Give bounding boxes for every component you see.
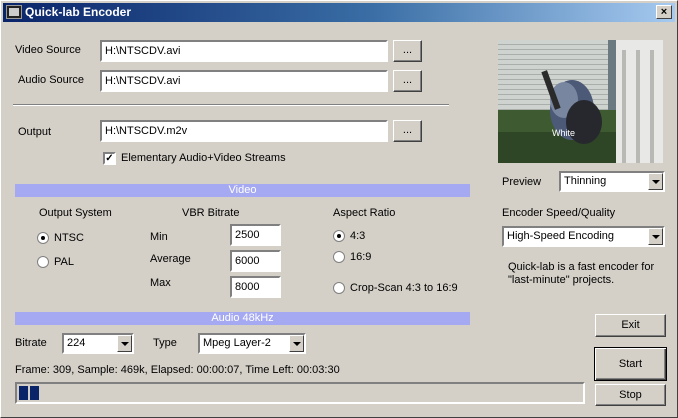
aspect-ratio-label: Aspect Ratio [333, 207, 396, 219]
audio-section-band: Audio 48kHz [15, 312, 470, 325]
status-text: Frame: 309, Sample: 469k, Elapsed: 00:00… [15, 364, 340, 376]
elementary-streams-checkbox[interactable]: ✓ [103, 152, 116, 165]
encoder-speed-label: Encoder Speed/Quality [502, 207, 616, 219]
preview-image: White [498, 40, 663, 163]
max-bitrate-field[interactable]: 8000 [230, 276, 281, 298]
pal-label: PAL [54, 256, 74, 268]
chevron-down-icon[interactable] [648, 173, 663, 190]
aspect-4-3-label: 4:3 [350, 230, 366, 242]
close-button[interactable]: × [656, 5, 672, 19]
aspect-crop-scan-radio[interactable] [333, 282, 345, 294]
audio-bitrate-select[interactable]: 224 [62, 333, 134, 354]
aspect-4-3-radio[interactable] [333, 230, 345, 242]
preview-label: Preview [502, 176, 542, 188]
stop-button[interactable]: Stop [595, 384, 666, 406]
video-source-browse-button[interactable]: ... [393, 40, 422, 62]
exit-button[interactable]: Exit [595, 314, 666, 337]
encoder-speed-select[interactable]: High-Speed Encoding [502, 226, 665, 247]
progress-block [30, 386, 39, 400]
audio-type-select[interactable]: Mpeg Layer-2 [198, 333, 306, 354]
video-source-label: Video Source [15, 44, 81, 56]
progress-block [19, 386, 28, 400]
ntsc-label: NTSC [54, 232, 84, 244]
pal-radio[interactable] [37, 256, 49, 268]
video-section-band: Video [15, 184, 470, 197]
aspect-crop-scan-label: Crop-Scan 4:3 to 16:9 [350, 282, 458, 294]
vbr-bitrate-label: VBR Bitrate [182, 207, 240, 219]
audio-bitrate-value: 224 [67, 337, 86, 349]
output-browse-button[interactable]: ... [393, 120, 422, 142]
preview-mode-value: Thinning [564, 175, 607, 187]
chevron-down-icon[interactable] [648, 228, 663, 245]
output-system-label: Output System [39, 207, 112, 219]
encoder-speed-value: High-Speed Encoding [507, 230, 615, 242]
type-label: Type [153, 337, 177, 349]
average-label: Average [150, 253, 191, 265]
chevron-down-icon[interactable] [289, 335, 304, 352]
encoder-description: Quick-lab is a fast encoder for "last-mi… [508, 261, 655, 286]
output-label: Output [18, 126, 52, 138]
title-bar[interactable]: Quick-lab Encoder × [3, 3, 675, 22]
min-bitrate-field[interactable]: 2500 [230, 224, 281, 246]
window-title: Quick-lab Encoder [25, 5, 132, 19]
preview-mode-select[interactable]: Thinning [559, 171, 665, 192]
encode-progress-bar [15, 382, 585, 404]
aspect-16-9-label: 16:9 [350, 251, 372, 263]
video-source-field[interactable]: H:\NTSCDV.avi [100, 40, 388, 62]
audio-source-label: Audio Source [18, 74, 85, 86]
chevron-down-icon[interactable] [117, 335, 132, 352]
audio-type-value: Mpeg Layer-2 [203, 337, 271, 349]
max-label: Max [150, 277, 171, 289]
audio-source-browse-button[interactable]: ... [393, 70, 422, 92]
bitrate-label: Bitrate [15, 337, 47, 349]
divider [13, 104, 449, 106]
start-button[interactable]: Start [594, 347, 667, 381]
output-field[interactable]: H:\NTSCDV.m2v [100, 120, 388, 142]
ntsc-radio[interactable] [37, 232, 49, 244]
aspect-16-9-radio[interactable] [333, 251, 345, 263]
film-icon [6, 5, 22, 19]
audio-source-field[interactable]: H:\NTSCDV.avi [100, 70, 388, 92]
min-label: Min [150, 231, 168, 243]
average-bitrate-field[interactable]: 6000 [230, 250, 281, 272]
elementary-streams-label: Elementary Audio+Video Streams [121, 152, 286, 164]
encoder-window: Quick-lab Encoder × Video Source H:\NTSC… [0, 0, 678, 418]
preview-overlay-text: White [552, 128, 575, 138]
